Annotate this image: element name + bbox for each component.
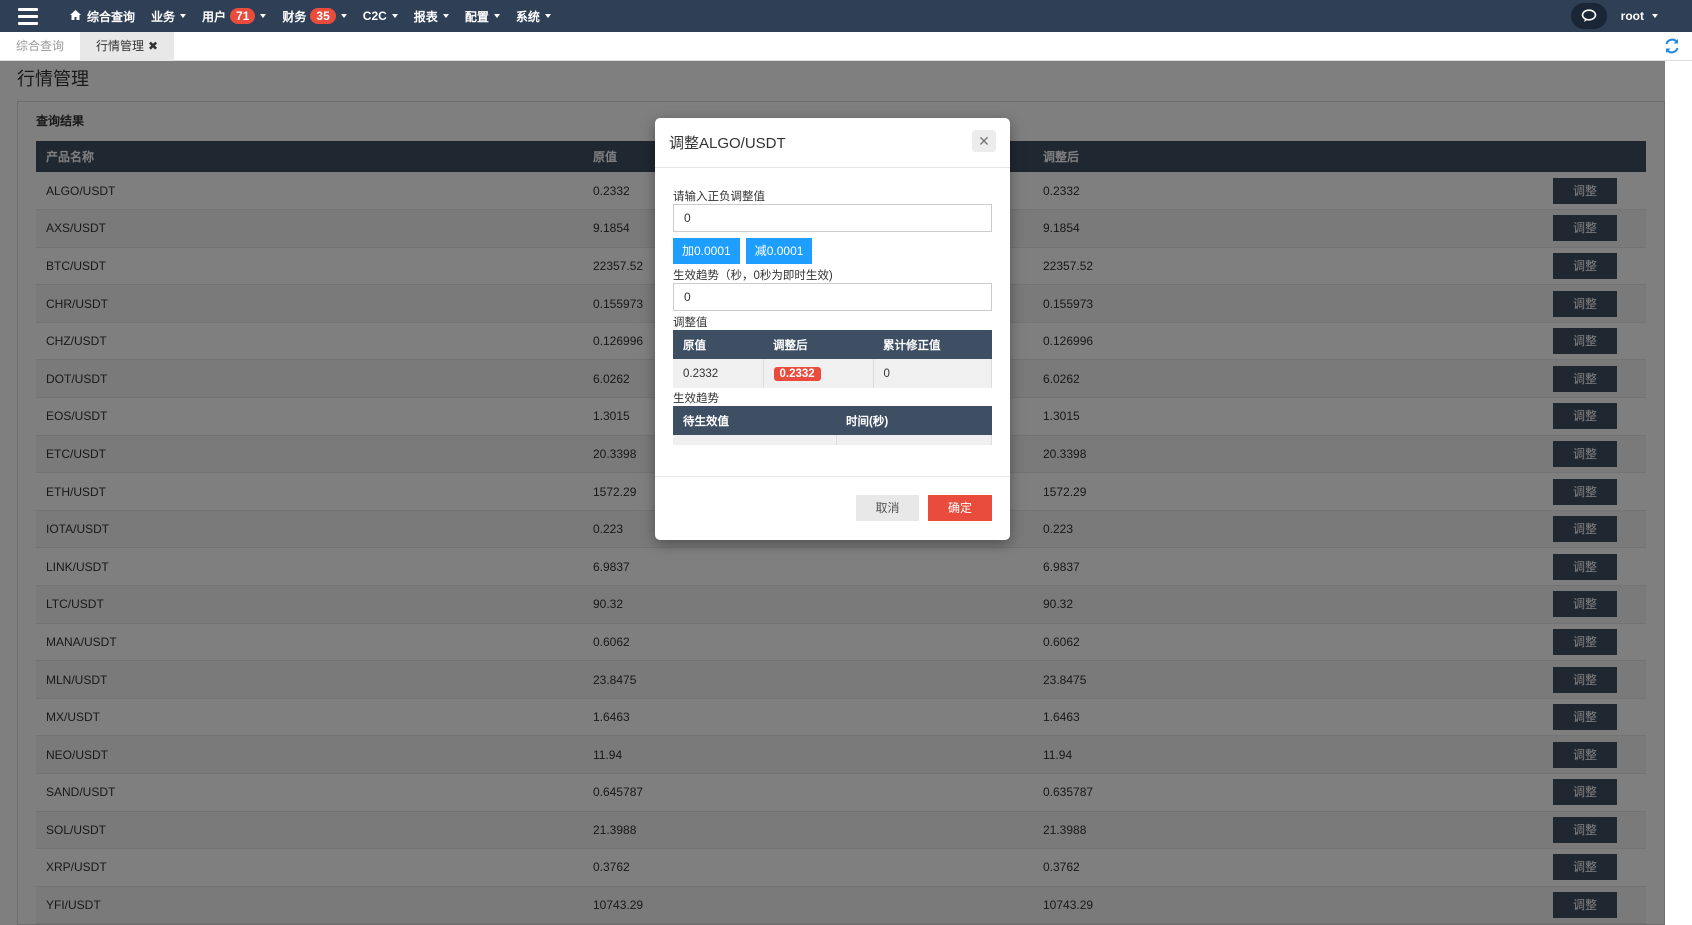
top-navbar: 综合查询 业务 用户 71 财务 35 C2C 报表 配置 系统 root (0, 0, 1692, 32)
nav-item-7[interactable]: 系统 (516, 8, 551, 25)
adjust-value-table: 原值 调整后 累计修正值 0.2332 0.2332 0 (673, 330, 992, 388)
chevron-down-icon (442, 14, 449, 18)
home-icon (70, 9, 81, 23)
empty-cell (673, 435, 837, 445)
chevron-down-icon (340, 14, 347, 18)
tab-label: 综合查询 (16, 38, 65, 53)
adjust-value-label: 请输入正负调整值 (673, 191, 765, 203)
nav-item-label: 综合查询 (87, 9, 136, 24)
dialog-body: 请输入正负调整值 0 加0.0001 减0.0001 生效趋势（秒，0秒为即时生效… (655, 188, 1010, 445)
chevron-down-icon (180, 14, 187, 18)
nav-item-label: 报表 (413, 9, 438, 24)
minus-button[interactable]: 减0.0001 (745, 238, 813, 264)
chevron-down-icon (391, 14, 398, 18)
adjust-value-input[interactable]: 0 (673, 204, 992, 232)
count-badge: 71 (230, 8, 256, 24)
header-pending-value: 待生效值 (673, 406, 836, 435)
header-original: 原值 (673, 330, 763, 359)
nav-item-label: 系统 (515, 9, 540, 24)
close-tab-icon[interactable]: ✖ (148, 39, 158, 53)
nav-item-6[interactable]: 配置 (465, 8, 500, 25)
chevron-down-icon (493, 14, 500, 18)
header-adjusted: 调整后 (763, 330, 873, 359)
chevron-down-icon (544, 14, 551, 18)
nav-item-2[interactable]: 用户 71 (202, 8, 267, 25)
plus-button[interactable]: 加0.0001 (673, 238, 740, 264)
cell-original: 0.2332 (673, 359, 764, 388)
nav-item-1[interactable]: 业务 (151, 8, 187, 25)
nav-item-5[interactable]: 报表 (414, 8, 449, 25)
table-header-row: 待生效值 时间(秒) (673, 406, 992, 435)
nav-item-label: 财务 (282, 9, 307, 24)
tab-market-management[interactable]: 行情管理 ✖ (80, 31, 175, 61)
table-header-row: 原值 调整后 累计修正值 (673, 330, 992, 359)
cancel-button[interactable]: 取消 (856, 495, 919, 521)
chat-icon[interactable] (1570, 3, 1607, 29)
trend-table: 待生效值 时间(秒) (673, 406, 992, 445)
tab-overview[interactable]: 综合查询 (0, 32, 80, 61)
adjust-buttons: 加0.0001 减0.0001 (673, 238, 992, 264)
nav-item-label: 用户 (202, 9, 227, 24)
adjust-table-label: 调整值 (673, 317, 708, 329)
trend-table-label: 生效趋势 (673, 393, 719, 405)
tab-label: 行情管理 (96, 38, 145, 53)
tab-bar: 综合查询 行情管理 ✖ (0, 31, 1692, 61)
chevron-down-icon (260, 14, 267, 18)
nav-item-3[interactable]: 财务 35 (282, 8, 347, 25)
refresh-icon[interactable] (1664, 38, 1680, 59)
header-time: 时间(秒) (836, 406, 992, 435)
trend-seconds-input[interactable]: 0 (673, 283, 992, 311)
confirm-button[interactable]: 确定 (928, 495, 992, 521)
dialog-header: 调整ALGO/USDT ✕ (655, 118, 1010, 168)
user-menu[interactable]: root (1621, 9, 1658, 23)
count-badge: 35 (310, 8, 336, 24)
cell-cumulative: 0 (873, 359, 992, 388)
empty-cell (836, 435, 992, 445)
table-row: 0.2332 0.2332 0 (673, 359, 992, 388)
nav-item-label: C2C (362, 9, 387, 23)
dialog-title: 调整ALGO/USDT (669, 135, 786, 152)
adjust-dialog: 调整ALGO/USDT ✕ 请输入正负调整值 0 加0.0001 减0.0001 … (655, 118, 1010, 540)
table-row-empty (673, 435, 992, 445)
trend-seconds-label: 生效趋势（秒，0秒为即时生效) (673, 270, 833, 282)
chevron-down-icon (1652, 14, 1658, 18)
dialog-footer: 取消 确定 (655, 476, 1010, 540)
menu-toggle-icon[interactable] (0, 0, 56, 32)
adjusted-value-badge: 0.2332 (773, 366, 821, 381)
close-icon[interactable]: ✕ (972, 130, 996, 152)
header-cumulative: 累计修正值 (873, 330, 992, 359)
nav-item-label: 配置 (464, 9, 489, 24)
nav-item-4[interactable]: C2C (363, 9, 398, 23)
username: root (1620, 9, 1644, 23)
nav-item-label: 业务 (151, 9, 176, 24)
nav-item-0[interactable]: 综合查询 (70, 8, 135, 25)
cell-adjusted: 0.2332 (763, 359, 874, 388)
